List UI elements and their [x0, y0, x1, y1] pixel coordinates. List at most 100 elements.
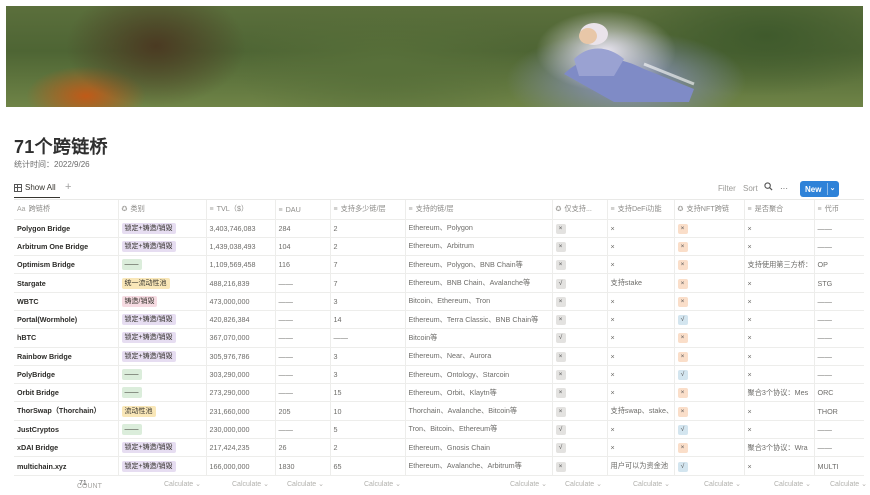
- chain-count-cell[interactable]: 7: [330, 255, 406, 275]
- only-support-tag-cell[interactable]: ×: [552, 347, 608, 366]
- nft-support-tag-cell[interactable]: ×: [674, 255, 745, 275]
- bridge-name-cell[interactable]: Orbit Bridge: [14, 383, 119, 403]
- table-row[interactable]: hBTC 锁定+铸造/销毁 367,070,000 —— —— Bitcoin等 √ × × × —…: [14, 328, 864, 348]
- defi-support-cell[interactable]: ×: [607, 328, 675, 348]
- table-row[interactable]: Stargate 统一流动性池 488,216,839 —— 7 Ethereum、BNB…: [14, 273, 864, 293]
- dau-value-cell[interactable]: 104: [275, 237, 331, 257]
- bridge-name-cell[interactable]: JustCryptos: [14, 420, 119, 440]
- add-view-button[interactable]: +: [65, 181, 71, 193]
- defi-support-cell[interactable]: ×: [607, 310, 675, 330]
- column-header[interactable]: ✪ 支持NFT跨链: [674, 200, 745, 220]
- only-support-tag-cell[interactable]: ×: [552, 456, 608, 476]
- supported-chains-cell[interactable]: Tron、Bitcoin、Ethereum等: [405, 420, 553, 440]
- category-tag-cell[interactable]: ——: [118, 383, 207, 403]
- token-cell[interactable]: ——: [814, 310, 864, 330]
- table-row[interactable]: PolyBridge —— 303,290,000 —— 3 Ethereum、Ontol…: [14, 365, 864, 385]
- tvl-value-cell[interactable]: 273,290,000: [206, 383, 276, 403]
- category-tag-cell[interactable]: 锁定+铸造/销毁: [118, 438, 207, 458]
- category-tag-cell[interactable]: 锁定+铸造/销毁: [118, 237, 207, 257]
- column-header[interactable]: ≡ 支持的链/层: [405, 200, 553, 220]
- chain-count-cell[interactable]: 14: [330, 310, 406, 330]
- supported-chains-cell[interactable]: Ethereum、Polygon、BNB Chain等: [405, 255, 553, 275]
- only-support-tag-cell[interactable]: ×: [552, 219, 608, 238]
- count-aggregate[interactable]: COUNT 71: [77, 480, 102, 490]
- more-options-button[interactable]: ···: [780, 184, 788, 193]
- defi-support-cell[interactable]: 支持stake: [607, 273, 675, 293]
- token-cell[interactable]: OP: [814, 255, 864, 275]
- category-tag-cell[interactable]: 锁定+铸造/销毁: [118, 456, 207, 476]
- nft-support-tag-cell[interactable]: ×: [674, 273, 745, 293]
- token-cell[interactable]: ——: [814, 292, 864, 311]
- supported-chains-cell[interactable]: Ethereum、Arbitrum: [405, 237, 553, 257]
- defi-support-cell[interactable]: ×: [607, 420, 675, 440]
- new-button[interactable]: New ⌄: [800, 181, 839, 197]
- chain-count-cell[interactable]: 7: [330, 273, 406, 293]
- table-row[interactable]: xDAI Bridge 锁定+铸造/销毁 217,424,235 26 2 Ethereu…: [14, 438, 864, 458]
- column-header[interactable]: ≡ 是否聚合: [744, 200, 815, 220]
- table-row[interactable]: Rainbow Bridge 锁定+铸造/销毁 305,976,786 —— 3 Ethe…: [14, 347, 864, 366]
- tvl-value-cell[interactable]: 1,439,038,493: [206, 237, 276, 257]
- dau-value-cell[interactable]: 26: [275, 438, 331, 458]
- calculate-tvl[interactable]: Calculate ⌄: [164, 480, 201, 488]
- nft-support-tag-cell[interactable]: ×: [674, 383, 745, 403]
- dau-value-cell[interactable]: 284: [275, 219, 331, 238]
- search-icon[interactable]: [764, 182, 773, 193]
- tvl-value-cell[interactable]: 488,216,839: [206, 273, 276, 293]
- token-cell[interactable]: ——: [814, 438, 864, 458]
- category-tag-cell[interactable]: ——: [118, 365, 207, 385]
- tvl-value-cell[interactable]: 473,000,000: [206, 292, 276, 311]
- tvl-value-cell[interactable]: 230,000,000: [206, 420, 276, 440]
- nft-support-tag-cell[interactable]: ×: [674, 438, 745, 458]
- calculate-only[interactable]: Calculate ⌄: [510, 480, 547, 488]
- chain-count-cell[interactable]: 15: [330, 383, 406, 403]
- aggregation-cell[interactable]: 支持使用第三方桥：: [744, 255, 815, 275]
- table-row[interactable]: Arbitrum One Bridge 锁定+铸造/销毁 1,439,038,493…: [14, 237, 864, 257]
- table-row[interactable]: Optimism Bridge —— 1,109,569,458 116 7 Ethere…: [14, 255, 864, 275]
- tvl-value-cell[interactable]: 166,000,000: [206, 456, 276, 476]
- aggregation-cell[interactable]: 聚合3个协议：Mes: [744, 383, 815, 403]
- only-support-tag-cell[interactable]: √: [552, 420, 608, 440]
- bridge-name-cell[interactable]: PolyBridge: [14, 365, 119, 385]
- token-cell[interactable]: ORC: [814, 383, 864, 403]
- chain-count-cell[interactable]: 3: [330, 292, 406, 311]
- dau-value-cell[interactable]: ——: [275, 347, 331, 366]
- category-tag-cell[interactable]: ——: [118, 420, 207, 440]
- token-cell[interactable]: ——: [814, 219, 864, 238]
- dau-value-cell[interactable]: ——: [275, 365, 331, 385]
- aggregation-cell[interactable]: ×: [744, 273, 815, 293]
- aggregation-cell[interactable]: ×: [744, 292, 815, 311]
- token-cell[interactable]: ——: [814, 365, 864, 385]
- aggregation-cell[interactable]: ×: [744, 310, 815, 330]
- aggregation-cell[interactable]: ×: [744, 347, 815, 366]
- only-support-tag-cell[interactable]: ×: [552, 365, 608, 385]
- supported-chains-cell[interactable]: Thorchain、Avalanche、Bitcoin等: [405, 401, 553, 421]
- tvl-value-cell[interactable]: 367,070,000: [206, 328, 276, 348]
- defi-support-cell[interactable]: ×: [607, 292, 675, 311]
- calculate-dau[interactable]: Calculate ⌄: [232, 480, 269, 488]
- nft-support-tag-cell[interactable]: √: [674, 456, 745, 476]
- column-header[interactable]: ✪ 类别: [118, 200, 207, 220]
- bridge-name-cell[interactable]: ThorSwap（Thorchain）: [14, 401, 119, 421]
- only-support-tag-cell[interactable]: ×: [552, 401, 608, 421]
- bridge-name-cell[interactable]: Arbitrum One Bridge: [14, 237, 119, 257]
- calculate-defi[interactable]: Calculate ⌄: [565, 480, 602, 488]
- column-header[interactable]: ≡ TVL（$）: [206, 200, 276, 220]
- column-header[interactable]: Aa 跨链桥: [14, 200, 119, 220]
- category-tag-cell[interactable]: 锁定+铸造/销毁: [118, 310, 207, 330]
- only-support-tag-cell[interactable]: ×: [552, 237, 608, 257]
- only-support-tag-cell[interactable]: √: [552, 273, 608, 293]
- token-cell[interactable]: THOR: [814, 401, 864, 421]
- defi-support-cell[interactable]: 用户可以为资金池: [607, 456, 675, 476]
- table-row[interactable]: Portal(Wormhole) 锁定+铸造/销毁 420,826,384 —— 14 E…: [14, 310, 864, 330]
- bridge-name-cell[interactable]: WBTC: [14, 292, 119, 311]
- defi-support-cell[interactable]: ×: [607, 438, 675, 458]
- aggregation-cell[interactable]: ×: [744, 219, 815, 238]
- chevron-down-icon[interactable]: ⌄: [827, 183, 837, 195]
- tvl-value-cell[interactable]: 3,403,746,083: [206, 219, 276, 238]
- calculate-extra[interactable]: Calculate ⌄: [830, 480, 867, 488]
- nft-support-tag-cell[interactable]: √: [674, 365, 745, 385]
- column-header[interactable]: ≡ DAU: [275, 200, 331, 220]
- table-row[interactable]: Polygon Bridge 锁定+铸造/销毁 3,403,746,083 284 2 E…: [14, 219, 864, 238]
- defi-support-cell[interactable]: ×: [607, 255, 675, 275]
- category-tag-cell[interactable]: 统一流动性池: [118, 273, 207, 293]
